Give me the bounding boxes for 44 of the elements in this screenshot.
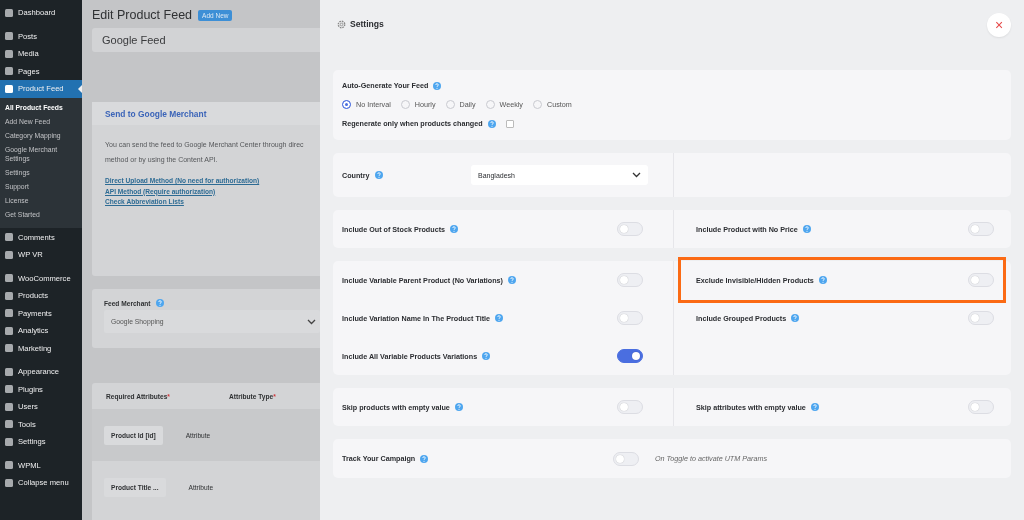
square-icon: [5, 420, 13, 429]
help-icon: [791, 314, 800, 322]
square-icon: [5, 250, 13, 259]
help-icon: [810, 403, 819, 411]
panel-title: Settings: [350, 19, 384, 29]
help-icon: [818, 276, 827, 284]
help-icon: [482, 352, 491, 360]
square-icon: [5, 274, 13, 283]
help-icon: [155, 299, 164, 307]
help-icon: [433, 81, 442, 90]
square-icon: [5, 291, 13, 300]
square-icon: [5, 8, 13, 17]
help-icon: [420, 454, 429, 463]
page-title: Edit Product Feed: [92, 8, 193, 22]
square-icon: [5, 402, 13, 411]
square-icon: [5, 437, 13, 446]
chevron-down-icon: [307, 318, 316, 325]
square-icon: [5, 233, 13, 242]
feed-name-field[interactable]: Google Feed: [92, 28, 320, 52]
help-icon: [495, 314, 504, 322]
help-icon: [454, 403, 463, 411]
square-icon: [5, 367, 13, 376]
chevron-down-icon: [632, 172, 641, 178]
checkbox[interactable]: [505, 119, 514, 128]
square-icon: [5, 49, 13, 58]
radio-button[interactable]: [342, 100, 351, 109]
help-icon: [487, 119, 496, 128]
toggle-switch[interactable]: [617, 349, 643, 363]
help-icon: [802, 225, 811, 233]
help-icon: [507, 276, 516, 284]
help-icon: [450, 225, 459, 233]
square-icon: [5, 84, 13, 93]
square-icon: [5, 461, 13, 470]
close-button[interactable]: ×: [987, 13, 1011, 37]
square-icon: [5, 385, 13, 394]
square-icon: [5, 344, 13, 353]
square-icon: [5, 478, 13, 487]
help-icon: [374, 171, 383, 179]
gear-icon: [337, 19, 346, 29]
square-icon: [5, 67, 13, 76]
square-icon: [5, 326, 13, 335]
square-icon: [5, 309, 13, 318]
card-header: Send to Google Merchant: [92, 102, 320, 125]
square-icon: [5, 32, 13, 41]
